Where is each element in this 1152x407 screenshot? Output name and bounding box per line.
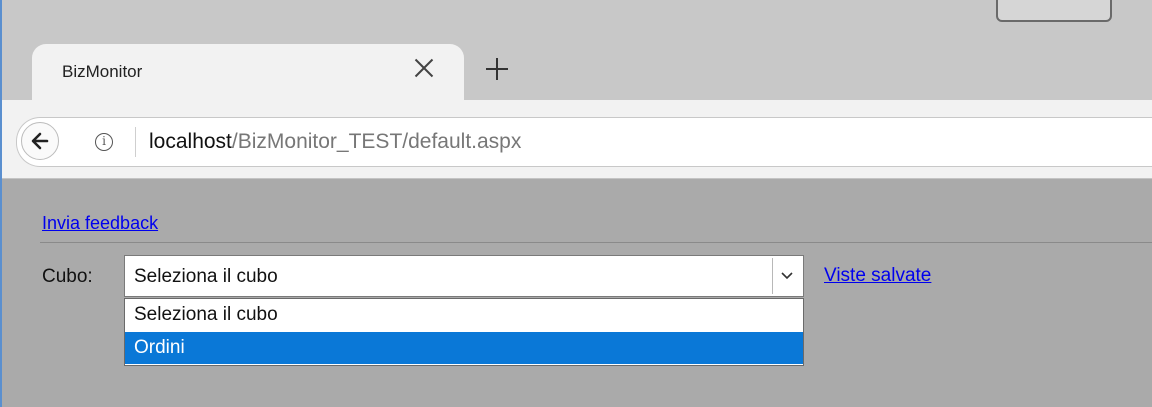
back-button[interactable] [21, 122, 59, 160]
tab-bizmonitor[interactable]: BizMonitor [32, 44, 464, 100]
option-ordini[interactable]: Ordini [125, 332, 803, 364]
info-icon[interactable]: i [95, 133, 113, 151]
plus-icon[interactable] [486, 58, 508, 80]
tab-strip: BizMonitor [2, 0, 1152, 100]
select-value: Seleziona il cubo [134, 266, 278, 287]
tab-title: BizMonitor [62, 62, 143, 81]
window-control-button[interactable] [996, 0, 1112, 22]
chevron-down-icon[interactable] [772, 258, 801, 294]
cubo-dropdown-list: Seleziona il cubo Ordini [124, 298, 804, 366]
browser-window: BizMonitor i localhost/BizMonitor_TEST/d… [0, 0, 1152, 407]
url-host: localhost [149, 130, 232, 153]
page-content: Invia feedback Cubo: Seleziona il cubo V… [2, 179, 1152, 407]
feedback-link[interactable]: Invia feedback [42, 213, 158, 234]
address-separator [135, 127, 136, 157]
divider [40, 242, 1152, 243]
saved-views-link[interactable]: Viste salvate [824, 265, 931, 287]
url-text[interactable]: localhost/BizMonitor_TEST/default.aspx [149, 130, 521, 154]
close-icon[interactable] [412, 56, 436, 80]
back-arrow-icon [31, 132, 49, 150]
cubo-label: Cubo: [42, 266, 93, 287]
address-bar[interactable]: i localhost/BizMonitor_TEST/default.aspx [16, 117, 1152, 167]
browser-toolbar: i localhost/BizMonitor_TEST/default.aspx [2, 100, 1152, 179]
url-path: /BizMonitor_TEST/default.aspx [231, 130, 522, 153]
option-seleziona-il-cubo[interactable]: Seleziona il cubo [125, 299, 803, 331]
cubo-select[interactable]: Seleziona il cubo [124, 255, 804, 297]
